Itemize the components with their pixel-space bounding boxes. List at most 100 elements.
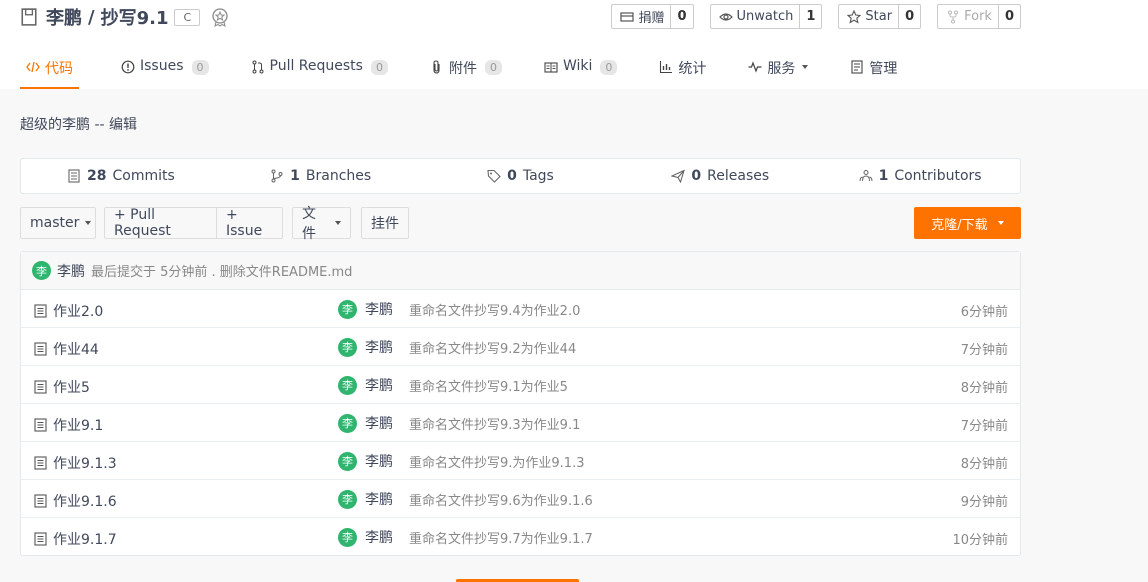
new-issue-button[interactable]: + Issue xyxy=(216,207,283,239)
unwatch-button[interactable]: Unwatch 1 xyxy=(709,4,823,29)
widget-label: 挂件 xyxy=(371,216,399,232)
file-name: 作业5 xyxy=(53,380,90,396)
branch-select[interactable]: master xyxy=(20,207,96,239)
file-commit: 李李鹏 重命名文件抄写9.3为作业9.1 xyxy=(338,413,580,433)
file-name-link[interactable]: 作业9.1.3 xyxy=(34,453,117,473)
commit-author[interactable]: 李鹏 xyxy=(365,299,393,319)
avatar[interactable]: 李 xyxy=(338,489,357,509)
language-badge[interactable]: C xyxy=(174,8,201,26)
commit-author[interactable]: 李鹏 xyxy=(365,451,393,471)
commit-message[interactable]: 重命名文件抄写9.4为作业2.0 xyxy=(409,300,580,319)
last-commit-author[interactable]: 李鹏 xyxy=(57,261,85,281)
description-text: 超级的李鹏 xyxy=(20,117,90,133)
stats-icon xyxy=(660,61,673,74)
repo-separator: / xyxy=(88,6,95,28)
tab-attachments[interactable]: 附件 0 xyxy=(430,50,502,89)
file-commit: 李李鹏 重命名文件抄写9.6为作业9.1.6 xyxy=(338,489,593,509)
donate-count[interactable]: 0 xyxy=(670,5,692,28)
star-button[interactable]: Star 0 xyxy=(838,4,922,29)
new-pull-request-label: + Pull Request xyxy=(114,207,171,239)
avatar[interactable]: 李 xyxy=(338,527,357,547)
star-count[interactable]: 0 xyxy=(898,5,920,28)
file-name-link[interactable]: 作业9.1 xyxy=(34,415,103,435)
file-name-link[interactable]: 作业5 xyxy=(34,377,90,397)
file-icon xyxy=(34,456,47,470)
file-name: 作业9.1.6 xyxy=(53,494,117,510)
repo-name-link[interactable]: 抄写9.1 xyxy=(101,4,169,30)
unwatch-button-label: Unwatch xyxy=(711,5,800,28)
commit-message[interactable]: 重命名文件抄写9.1为作业5 xyxy=(409,376,568,395)
clone-download-button[interactable]: 克隆/下载 xyxy=(914,207,1021,239)
tab-manage[interactable]: 管理 xyxy=(850,50,897,89)
new-issue-label: + Issue xyxy=(226,207,263,239)
file-name-link[interactable]: 作业44 xyxy=(34,339,99,359)
contributors-label: Contributors xyxy=(894,168,982,184)
last-commit-message[interactable]: 最后提交于 5分钟前 . 删除文件README.md xyxy=(91,261,352,280)
tab-code[interactable]: 代码 xyxy=(20,50,79,89)
donate-label: 捐赠 xyxy=(638,11,665,26)
tab-manage-label: 管理 xyxy=(869,61,898,77)
stat-commits[interactable]: 28 Commits xyxy=(21,168,221,184)
file-icon xyxy=(34,532,47,546)
stat-contributors[interactable]: 1 Contributors xyxy=(820,168,1020,184)
file-name-link[interactable]: 作业9.1.7 xyxy=(34,529,117,549)
edit-description-link[interactable]: 编辑 xyxy=(109,117,137,133)
tab-services[interactable]: 服务 xyxy=(748,50,809,89)
contributors-count: 1 xyxy=(878,168,889,184)
avatar[interactable]: 李 xyxy=(338,413,357,433)
new-pull-request-button[interactable]: + Pull Request xyxy=(104,207,217,239)
chevron-down-icon xyxy=(802,65,809,69)
avatar[interactable]: 李 xyxy=(338,451,357,471)
file-menu-button[interactable]: 文件 xyxy=(292,206,351,242)
stat-releases[interactable]: 0 Releases xyxy=(620,168,820,184)
eye-icon xyxy=(718,12,733,21)
avatar[interactable]: 李 xyxy=(338,299,357,319)
star-button-label: Star xyxy=(839,5,898,28)
contributors-icon xyxy=(859,170,873,182)
commit-time: 7分钟前 xyxy=(960,343,1008,358)
tab-stats[interactable]: 统计 xyxy=(659,50,706,89)
widget-button[interactable]: 挂件 xyxy=(361,207,409,239)
last-commit-bar: 李 李鹏 最后提交于 5分钟前 . 删除文件README.md xyxy=(21,252,1020,290)
commit-time: 6分钟前 xyxy=(960,305,1008,320)
file-name-link[interactable]: 作业9.1.6 xyxy=(34,491,117,511)
avatar[interactable]: 李 xyxy=(338,337,357,357)
repo-icon xyxy=(21,8,37,26)
watch-count[interactable]: 1 xyxy=(799,5,821,28)
commit-message[interactable]: 重命名文件抄写9.6为作业9.1.6 xyxy=(409,490,593,509)
fork-button[interactable]: Fork 0 xyxy=(937,4,1021,29)
commit-message[interactable]: 重命名文件抄写9.为作业9.1.3 xyxy=(409,452,584,471)
tab-pull-requests[interactable]: Pull Requests 0 xyxy=(251,50,388,89)
commit-author[interactable]: 李鹏 xyxy=(365,375,393,395)
avatar[interactable]: 李 xyxy=(32,261,51,280)
commit-message[interactable]: 重命名文件抄写9.3为作业9.1 xyxy=(409,414,580,433)
avatar[interactable]: 李 xyxy=(338,375,357,395)
fork-button-label: Fork xyxy=(938,5,998,28)
commit-author[interactable]: 李鹏 xyxy=(365,527,393,547)
commit-time: 9分钟前 xyxy=(960,495,1008,510)
commit-author[interactable]: 李鹏 xyxy=(365,489,393,509)
branch-select-label: master xyxy=(30,215,80,231)
donate-button[interactable]: 捐赠 0 xyxy=(611,4,694,29)
fork-count[interactable]: 0 xyxy=(997,5,1020,28)
tab-wiki[interactable]: Wiki 0 xyxy=(544,50,618,89)
file-name: 作业9.1.7 xyxy=(53,532,117,548)
commit-author[interactable]: 李鹏 xyxy=(365,413,393,433)
commit-time: 10分钟前 xyxy=(952,533,1008,548)
tab-attachments-label: 附件 xyxy=(448,61,477,77)
commit-author[interactable]: 李鹏 xyxy=(365,337,393,357)
commit-message[interactable]: 重命名文件抄写9.7为作业9.1.7 xyxy=(409,528,593,547)
repo-owner-link[interactable]: 李鹏 xyxy=(46,4,82,30)
recommend-badge-icon[interactable] xyxy=(210,7,230,27)
file-name: 作业44 xyxy=(53,342,99,358)
attachment-icon xyxy=(433,60,440,74)
file-icon xyxy=(34,494,47,508)
file-name-link[interactable]: 作业2.0 xyxy=(34,301,103,321)
commit-message[interactable]: 重命名文件抄写9.2为作业44 xyxy=(409,338,576,357)
stat-branches[interactable]: 1 Branches xyxy=(221,168,421,184)
tab-code-label: 代码 xyxy=(45,61,73,77)
stat-tags[interactable]: 0 Tags xyxy=(421,168,621,184)
tab-issues[interactable]: Issues 0 xyxy=(121,50,209,89)
chevron-down-icon xyxy=(997,221,1004,225)
repo-description: 超级的李鹏 -- 编辑 xyxy=(20,114,137,134)
